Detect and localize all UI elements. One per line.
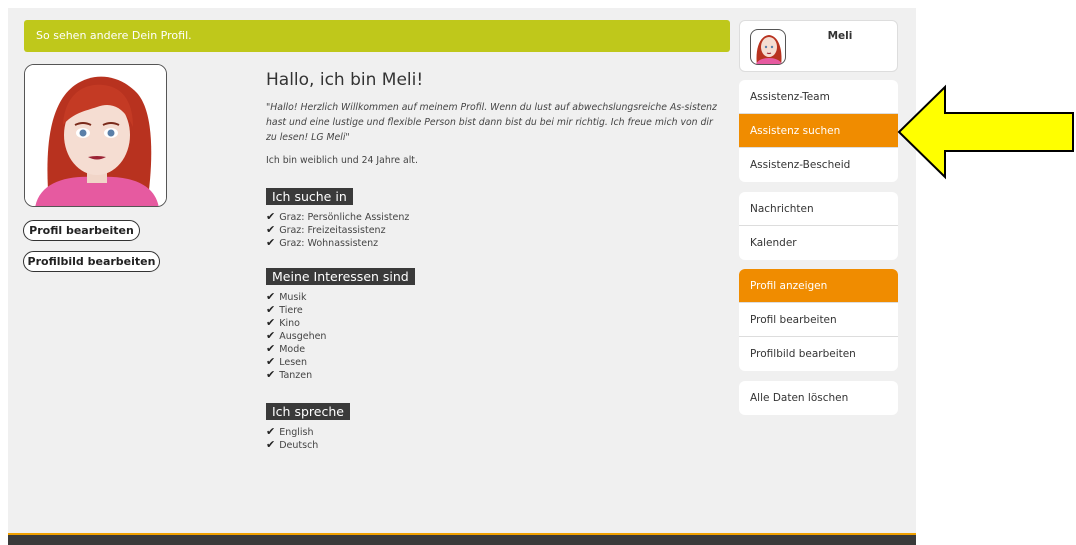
list-item: ✔ Graz: Freizeitassistenz <box>266 223 386 236</box>
profile-preview-banner: So sehen andere Dein Profil. <box>24 20 730 52</box>
interests-list: ✔ Musik ✔ Tiere ✔ Kino ✔ Ausgehen ✔ Mode ✔ Les… <box>266 290 726 381</box>
languages-list: ✔ English ✔ Deutsch <box>266 425 726 451</box>
check-icon: ✔ <box>266 368 276 381</box>
sidebar-item-assistenz-bescheid[interactable]: Assistenz-Bescheid <box>739 148 898 182</box>
check-icon: ✔ <box>266 290 276 303</box>
list-item: ✔ Tanzen <box>266 368 313 381</box>
check-icon: ✔ <box>266 342 276 355</box>
page-title: Hallo, ich bin Meli! <box>266 70 424 90</box>
page-background: So sehen andere Dein Profil. Profil bear… <box>8 8 916 545</box>
sidebar-item-kalender[interactable]: Kalender <box>739 226 898 260</box>
list-item: ✔ Deutsch <box>266 438 319 451</box>
profile-avatar <box>24 64 167 207</box>
footer-bar <box>8 533 916 545</box>
list-item: ✔ Tiere <box>266 303 303 316</box>
languages-section: Ich spreche ✔ English ✔ Deutsch <box>266 401 726 451</box>
list-item: ✔ Graz: Wohnassistenz <box>266 236 379 249</box>
check-icon: ✔ <box>266 355 276 368</box>
search-heading: Ich suche in <box>266 188 353 205</box>
profile-content: Hallo, ich bin Meli! "Hallo! Herzlich Wi… <box>266 70 726 451</box>
sidebar-group-assistance: Assistenz-Team Assistenz suchen Assisten… <box>739 80 898 182</box>
edit-profile-picture-button[interactable]: Profilbild bearbeiten <box>23 251 160 272</box>
user-name: Meli <box>827 30 853 42</box>
check-icon: ✔ <box>266 223 276 236</box>
sidebar-group-communication: Nachrichten Kalender <box>739 192 898 260</box>
sidebar-item-profil-bearbeiten[interactable]: Profil bearbeiten <box>739 303 898 337</box>
list-item: ✔ Ausgehen <box>266 329 327 342</box>
interests-section: Meine Interessen sind ✔ Musik ✔ Tiere ✔ Kin… <box>266 266 726 381</box>
sidebar-item-alle-daten-loeschen[interactable]: Alle Daten löschen <box>739 381 898 415</box>
sidebar-item-nachrichten[interactable]: Nachrichten <box>739 192 898 226</box>
search-section: Ich suche in ✔ Graz: Persönliche Assisten… <box>266 186 726 249</box>
sidebar-group-profile: Profil anzeigen Profil bearbeiten Profil… <box>739 269 898 371</box>
sidebar-item-assistenz-team[interactable]: Assistenz-Team <box>739 80 898 114</box>
list-item: ✔ English <box>266 425 314 438</box>
check-icon: ✔ <box>266 329 276 342</box>
sidebar-item-assistenz-suchen[interactable]: Assistenz suchen <box>739 114 898 148</box>
edit-profile-button[interactable]: Profil bearbeiten <box>23 220 140 241</box>
check-icon: ✔ <box>266 425 276 438</box>
yellow-pointer-arrow-icon <box>897 84 1074 180</box>
profile-quote: "Hallo! Herzlich Willkommen auf meinem P… <box>266 102 717 143</box>
sidebar-item-profil-anzeigen[interactable]: Profil anzeigen <box>739 269 898 303</box>
list-item: ✔ Musik <box>266 290 307 303</box>
avatar-illustration <box>25 65 166 206</box>
list-item: ✔ Lesen <box>266 355 308 368</box>
list-item: ✔ Kino <box>266 316 300 329</box>
sidebar-group-data: Alle Daten löschen <box>739 381 898 415</box>
check-icon: ✔ <box>266 316 276 329</box>
avatar-mini-illustration <box>755 35 783 64</box>
check-icon: ✔ <box>266 210 276 223</box>
age-text: Ich bin weiblich und 24 Jahre alt. <box>266 155 418 166</box>
search-list: ✔ Graz: Persönliche Assistenz ✔ Graz: Frei… <box>266 210 726 249</box>
list-item: ✔ Graz: Persönliche Assistenz <box>266 210 410 223</box>
user-avatar <box>750 29 786 65</box>
check-icon: ✔ <box>266 236 276 249</box>
interests-heading: Meine Interessen sind <box>266 268 415 285</box>
sidebar-item-profilbild-bearbeiten[interactable]: Profilbild bearbeiten <box>739 337 898 371</box>
user-card[interactable]: Meli <box>739 20 898 72</box>
list-item: ✔ Mode <box>266 342 306 355</box>
languages-heading: Ich spreche <box>266 403 350 420</box>
check-icon: ✔ <box>266 303 276 316</box>
check-icon: ✔ <box>266 438 276 451</box>
